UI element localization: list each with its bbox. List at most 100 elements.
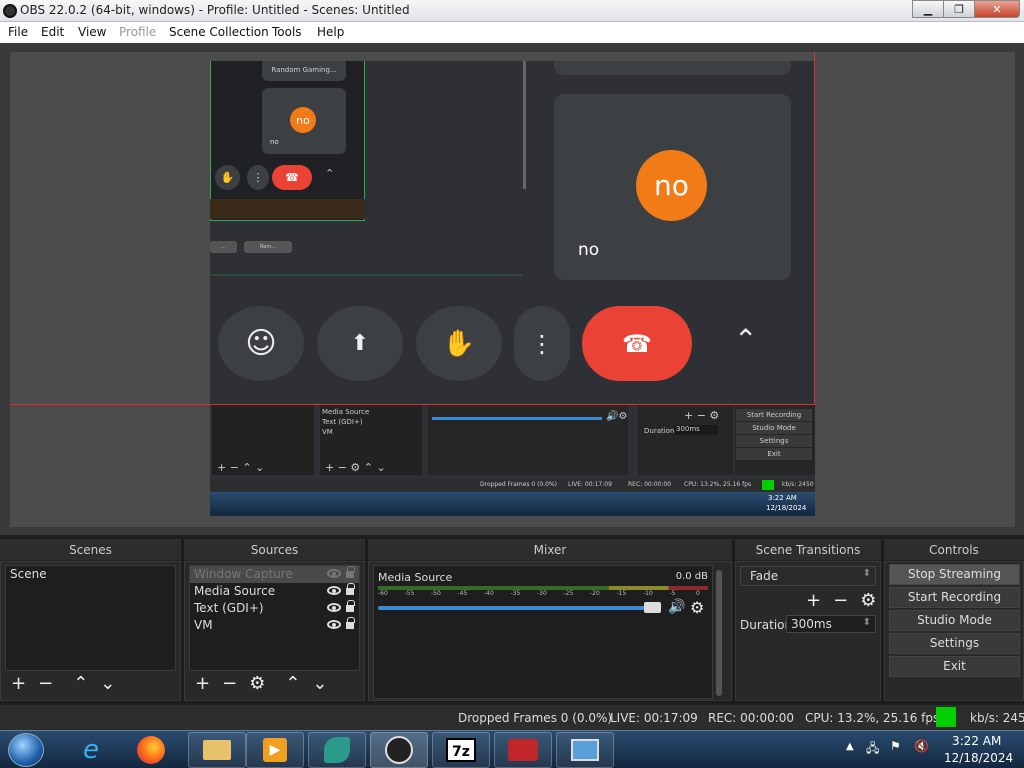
volume-meter-ticks: -60 -55 -50 -45 -40 -35 -30 -25 -20 -15 -10 -5 0 xyxy=(378,590,708,600)
move-scene-up-button[interactable]: ⌃ xyxy=(73,675,88,693)
move-source-up-button[interactable]: ⌃ xyxy=(285,675,300,693)
speaker-icon[interactable]: 🔊 xyxy=(668,599,685,615)
nested-sources-panel: Media Source Text (GDI+) VM + − ⚙ ⌃ ⌄ xyxy=(320,405,422,475)
meter-tick-label: -20 xyxy=(590,590,600,597)
participant-tile-top xyxy=(554,61,791,75)
lock-icon[interactable] xyxy=(346,617,355,629)
mixer-channel: Media Source 0.0 dB -60 -55 -50 -45 -40 -35 -3… xyxy=(373,565,713,699)
volume-slider-handle[interactable] xyxy=(644,602,661,613)
7zip-icon[interactable]: 7z xyxy=(432,732,490,768)
volume-slider[interactable] xyxy=(378,606,646,610)
remove-transition-button[interactable]: − xyxy=(833,592,848,610)
source-bounding-line-bottom xyxy=(10,404,815,405)
lock-icon[interactable] xyxy=(346,600,355,612)
meter-tick-label: -50 xyxy=(431,590,441,597)
more-options-icon: ⋮ xyxy=(514,306,570,381)
meter-tick-label: 0 xyxy=(696,590,700,597)
internet-explorer-icon[interactable]: e xyxy=(62,732,120,768)
select-arrows-icon: ⬍ xyxy=(862,568,871,579)
visibility-eye-icon[interactable] xyxy=(327,586,341,595)
nested-scenes-panel: + − ⌃ ⌄ xyxy=(212,405,314,475)
hangup-icon: ☎ xyxy=(582,306,692,381)
spin-arrows-icon[interactable]: ⬍ xyxy=(863,617,871,628)
source-item-window-capture[interactable]: Window Capture xyxy=(190,566,359,583)
stream-health-indicator xyxy=(936,707,956,727)
obs-taskbar-icon[interactable] xyxy=(370,732,428,768)
duration-spinbox[interactable]: 300ms ⬍ xyxy=(786,615,876,633)
source-item-vm[interactable]: VM xyxy=(190,617,359,634)
app-icon[interactable] xyxy=(308,732,366,768)
add-transition-button[interactable]: + xyxy=(806,592,821,610)
tray-expand-icon[interactable]: ▲ xyxy=(846,741,854,752)
move-source-down-button[interactable]: ⌄ xyxy=(312,675,327,693)
raise-hand-icon: ✋ xyxy=(416,306,502,381)
volume-muted-icon[interactable]: 🔇 xyxy=(914,739,929,753)
menu-scene-collection[interactable]: Scene Collection xyxy=(169,25,269,39)
cpu-fps: CPU: 13.2%, 25.16 fps xyxy=(805,711,940,725)
meter-tick-label: -45 xyxy=(457,590,468,597)
clock-date[interactable]: 12/18/2024 xyxy=(944,751,1013,765)
scene-item[interactable]: Scene xyxy=(6,566,175,583)
source-item-media-source[interactable]: Media Source xyxy=(190,583,359,600)
action-center-flag-icon[interactable]: ⚑ xyxy=(890,739,901,753)
media-player-icon[interactable]: ▶ xyxy=(246,732,304,768)
file-explorer-icon[interactable] xyxy=(188,732,246,768)
clock-time[interactable]: 3:22 AM xyxy=(952,734,1001,748)
participant-name-small: no xyxy=(270,138,279,146)
nested-mixer-panel: 🔊⚙ xyxy=(428,405,628,475)
meter-tick-label: -35 xyxy=(510,590,521,597)
mixer-gear-icon[interactable]: ⚙ xyxy=(690,598,704,617)
sources-panel: Window Capture Media Source Text (GDI+) … xyxy=(184,561,365,701)
start-button-icon[interactable] xyxy=(8,733,44,767)
network-icon[interactable]: 🖧 xyxy=(866,739,879,760)
firefox-icon[interactable] xyxy=(122,732,180,768)
nested-taskbar: 3:22 AM 12/18/2024 xyxy=(210,492,815,516)
studio-mode-button[interactable]: Studio Mode xyxy=(889,610,1020,631)
add-source-button[interactable]: + xyxy=(195,675,210,693)
toolbox-icon[interactable] xyxy=(494,732,552,768)
participant-tile-no-large: no no xyxy=(554,94,791,280)
scenes-panel: Scene + − ⌃ ⌄ xyxy=(0,561,181,701)
menu-view[interactable]: View xyxy=(78,25,106,39)
visibility-eye-icon[interactable] xyxy=(327,603,341,612)
taskbar-thumb-small xyxy=(210,199,365,219)
chip-2: Rem... xyxy=(244,241,292,253)
meter-tick-label: -15 xyxy=(616,590,627,597)
sources-list[interactable]: Window Capture Media Source Text (GDI+) … xyxy=(189,565,360,671)
lock-icon[interactable] xyxy=(346,566,355,578)
minimize-button[interactable]: ▁ xyxy=(912,0,944,18)
source-properties-gear-icon[interactable]: ⚙ xyxy=(249,675,265,693)
visibility-eye-icon[interactable] xyxy=(327,569,341,578)
source-item-text-gdi[interactable]: Text (GDI+) xyxy=(190,600,359,617)
menu-tools[interactable]: Tools xyxy=(272,25,302,39)
remote-desktop-icon[interactable] xyxy=(556,732,614,768)
exit-button[interactable]: Exit xyxy=(889,656,1020,677)
remove-scene-button[interactable]: − xyxy=(38,675,53,693)
visibility-eye-icon[interactable] xyxy=(327,620,341,629)
stop-streaming-button[interactable]: Stop Streaming xyxy=(889,564,1020,585)
mixer-scrollbar[interactable] xyxy=(716,570,722,696)
participant-tile-small: Random Gaming... xyxy=(262,61,346,81)
remove-source-button[interactable]: − xyxy=(222,675,237,693)
lock-icon[interactable] xyxy=(346,583,355,595)
menu-help[interactable]: Help xyxy=(317,25,344,39)
menu-file[interactable]: File xyxy=(8,25,28,39)
add-scene-button[interactable]: + xyxy=(11,675,26,693)
scenes-list[interactable]: Scene xyxy=(5,565,176,671)
source-bounding-line-right xyxy=(814,52,815,404)
menu-profile[interactable]: Profile xyxy=(119,25,156,39)
mixer-channel-name: Media Source xyxy=(378,571,453,584)
close-button[interactable]: ✕ xyxy=(974,0,1020,18)
start-recording-button[interactable]: Start Recording xyxy=(889,587,1020,608)
transition-gear-icon[interactable]: ⚙ xyxy=(860,592,876,610)
settings-button[interactable]: Settings xyxy=(889,633,1020,654)
maximize-button[interactable]: ❐ xyxy=(943,0,975,18)
move-scene-down-button[interactable]: ⌄ xyxy=(100,675,115,693)
emoji-icon: ☺ xyxy=(218,306,304,381)
chevron-up-icon: ⌃ xyxy=(734,323,758,356)
window-capture-source[interactable]: Random Gaming... no no ✋ ⋮ ☎ ⌃ ... Rem..… xyxy=(210,61,815,516)
meter-tick-label: -60 xyxy=(378,590,388,597)
menu-edit[interactable]: Edit xyxy=(41,25,64,39)
raise-hand-icon-small: ✋ xyxy=(215,165,240,190)
transition-select[interactable]: Fade ⬍ xyxy=(740,566,876,586)
